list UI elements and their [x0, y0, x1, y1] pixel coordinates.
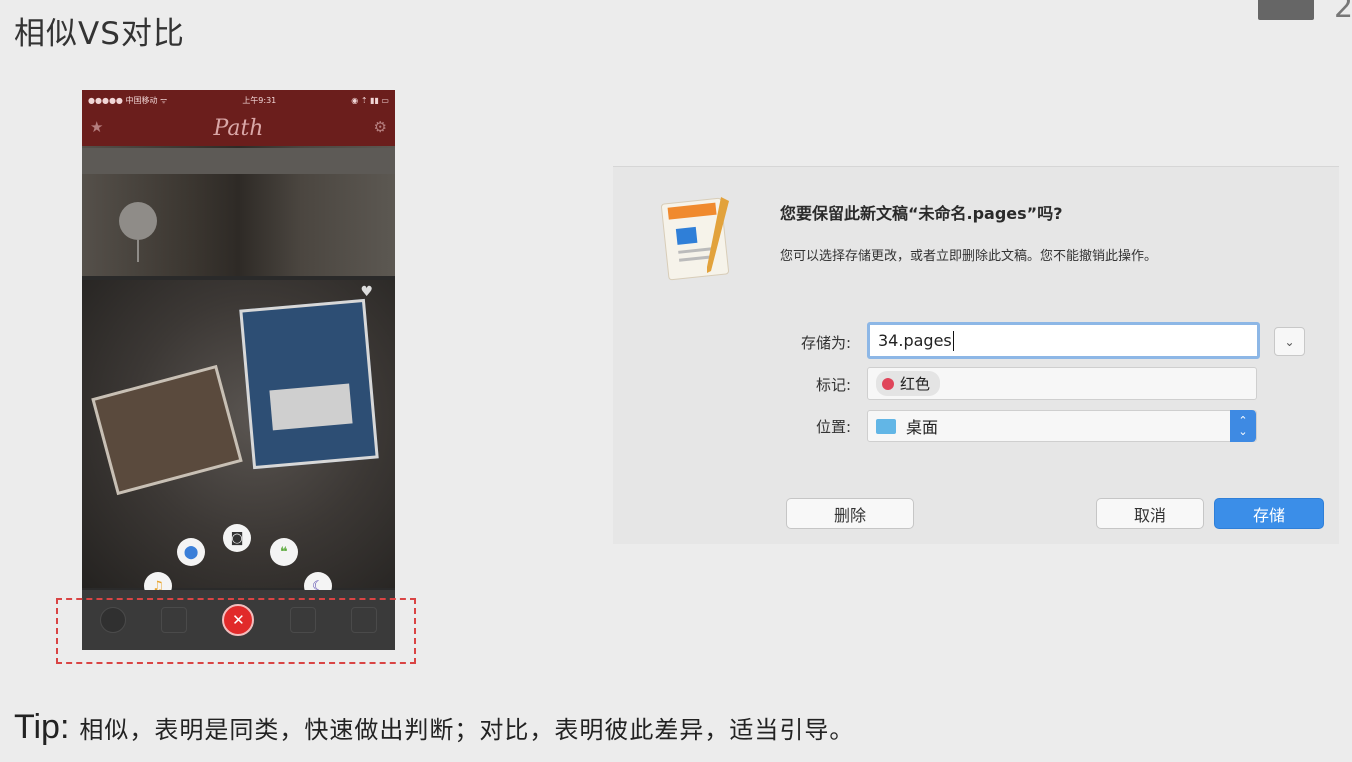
gear-icon[interactable]: ⚙ — [374, 118, 387, 136]
tip-line: Tip: 相似，表明是同类，快速做出判断；对比，表明彼此差异，适当引导。 — [14, 708, 854, 747]
calendar-tab-icon[interactable] — [351, 607, 378, 633]
red-tag-dot — [882, 377, 894, 390]
chevron-down-icon: ⌄ — [1284, 334, 1295, 349]
slide-title: 相似VS对比 — [14, 16, 185, 52]
home-tab-icon[interactable] — [99, 607, 126, 633]
profile-cover — [82, 146, 395, 276]
battery-status: ◉ ⇡ ▮▮ ▭ — [351, 95, 389, 105]
tags-label: 标记: — [815, 376, 851, 394]
status-bar: ●●●●● 中国移动 ᯤ 上午9:31 ◉ ⇡ ▮▮ ▭ — [82, 90, 395, 110]
dialog-description: 您可以选择存储更改，或者立即删除此文稿。您不能撤销此操作。 — [780, 249, 1158, 264]
location-label: 位置: — [815, 418, 851, 436]
location-select[interactable]: 桌面 ⌃ ⌄ — [867, 410, 1257, 442]
avatar[interactable] — [119, 202, 157, 240]
people-tab-icon[interactable] — [289, 607, 316, 633]
filename-value: 34.pages — [878, 331, 952, 350]
slide-corner-icon — [1258, 0, 1314, 20]
location-icon[interactable]: ⬤ — [177, 538, 205, 566]
text-caret — [952, 330, 954, 351]
tab-bar: ✕ — [82, 590, 395, 650]
feed-tab-icon[interactable] — [161, 607, 188, 633]
app-nav-bar: ★ Path ⚙ — [82, 110, 395, 146]
tag-label: 红色 — [900, 375, 931, 393]
camera-icon[interactable]: ◙ — [223, 524, 251, 552]
photo-card-inner — [269, 383, 353, 431]
save-button[interactable]: 存储 — [1214, 498, 1324, 529]
star-icon[interactable]: ★ — [90, 118, 103, 136]
select-stepper-icon[interactable]: ⌃ ⌄ — [1230, 410, 1256, 442]
photo-card-blue — [239, 298, 379, 470]
tags-field[interactable]: 红色 — [867, 367, 1257, 400]
quote-icon[interactable]: ❝ — [270, 538, 298, 566]
slide-page-number: 2 — [1334, 0, 1352, 25]
heart-icon[interactable]: ♥ — [360, 284, 373, 300]
photo-card-portrait — [91, 364, 243, 496]
expand-dialog-button[interactable]: ⌄ — [1274, 327, 1305, 356]
carrier-signal: ●●●●● 中国移动 ᯤ — [88, 95, 168, 105]
save-as-label: 存储为: — [800, 334, 851, 352]
folder-icon — [876, 418, 896, 434]
delete-button[interactable]: 删除 — [786, 498, 914, 529]
tip-label: Tip: — [14, 708, 70, 746]
tag-chip[interactable]: 红色 — [876, 371, 941, 396]
app-logo: Path — [213, 115, 264, 141]
cover-banner — [82, 148, 395, 174]
avatar-stem — [137, 240, 139, 262]
status-time: 上午9:31 — [242, 95, 277, 105]
location-value: 桌面 — [906, 418, 939, 437]
cancel-button[interactable]: 取消 — [1096, 498, 1204, 529]
pages-app-icon — [660, 197, 730, 281]
filename-input[interactable]: 34.pages — [867, 322, 1260, 359]
close-icon[interactable]: ✕ — [222, 604, 255, 636]
phone-screenshot: ●●●●● 中国移动 ᯤ 上午9:31 ◉ ⇡ ▮▮ ▭ ★ Path ⚙ ♥ … — [82, 90, 395, 650]
save-dialog: 您要保留此新文稿“未命名.pages”吗? 您可以选择存储更改，或者立即删除此文… — [613, 166, 1339, 544]
dialog-title: 您要保留此新文稿“未命名.pages”吗? — [780, 204, 1063, 223]
tip-text: 相似，表明是同类，快速做出判断；对比，表明彼此差异，适当引导。 — [79, 716, 855, 744]
